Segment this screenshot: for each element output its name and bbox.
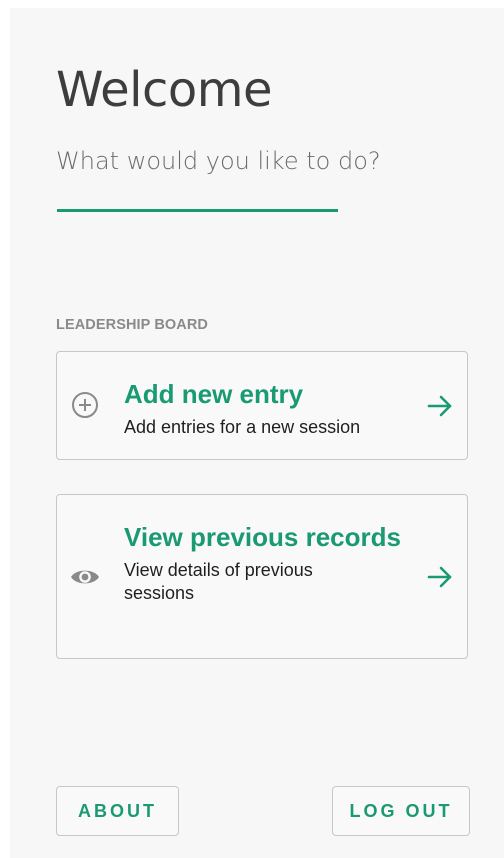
card-text: Add new entry Add entries for a new sess…: [124, 378, 404, 439]
page-title: Welcome: [56, 62, 273, 118]
welcome-screen: Welcome What would you like to do? LEADE…: [10, 8, 504, 858]
card-description: View details of previous sessions: [124, 560, 313, 603]
card-description: Add entries for a new session: [124, 417, 361, 437]
card-title: Add new entry: [124, 379, 304, 409]
title-underline: [57, 209, 338, 212]
log-out-button[interactable]: LOG OUT: [332, 786, 470, 836]
arrow-right-icon: [427, 566, 452, 588]
add-new-entry-card[interactable]: Add new entry Add entries for a new sess…: [56, 351, 468, 460]
section-label: LEADERSHIP BOARD: [56, 317, 208, 333]
view-previous-records-card[interactable]: View previous records View details of pr…: [56, 494, 468, 659]
arrow-right-icon: [427, 395, 452, 417]
about-button[interactable]: ABOUT: [56, 786, 179, 836]
page-subtitle: What would you like to do?: [56, 147, 381, 175]
eye-icon: [71, 570, 99, 584]
card-title: View previous records: [124, 522, 401, 552]
add-circle-icon: [72, 392, 98, 418]
card-text: View previous records View details of pr…: [124, 521, 404, 605]
